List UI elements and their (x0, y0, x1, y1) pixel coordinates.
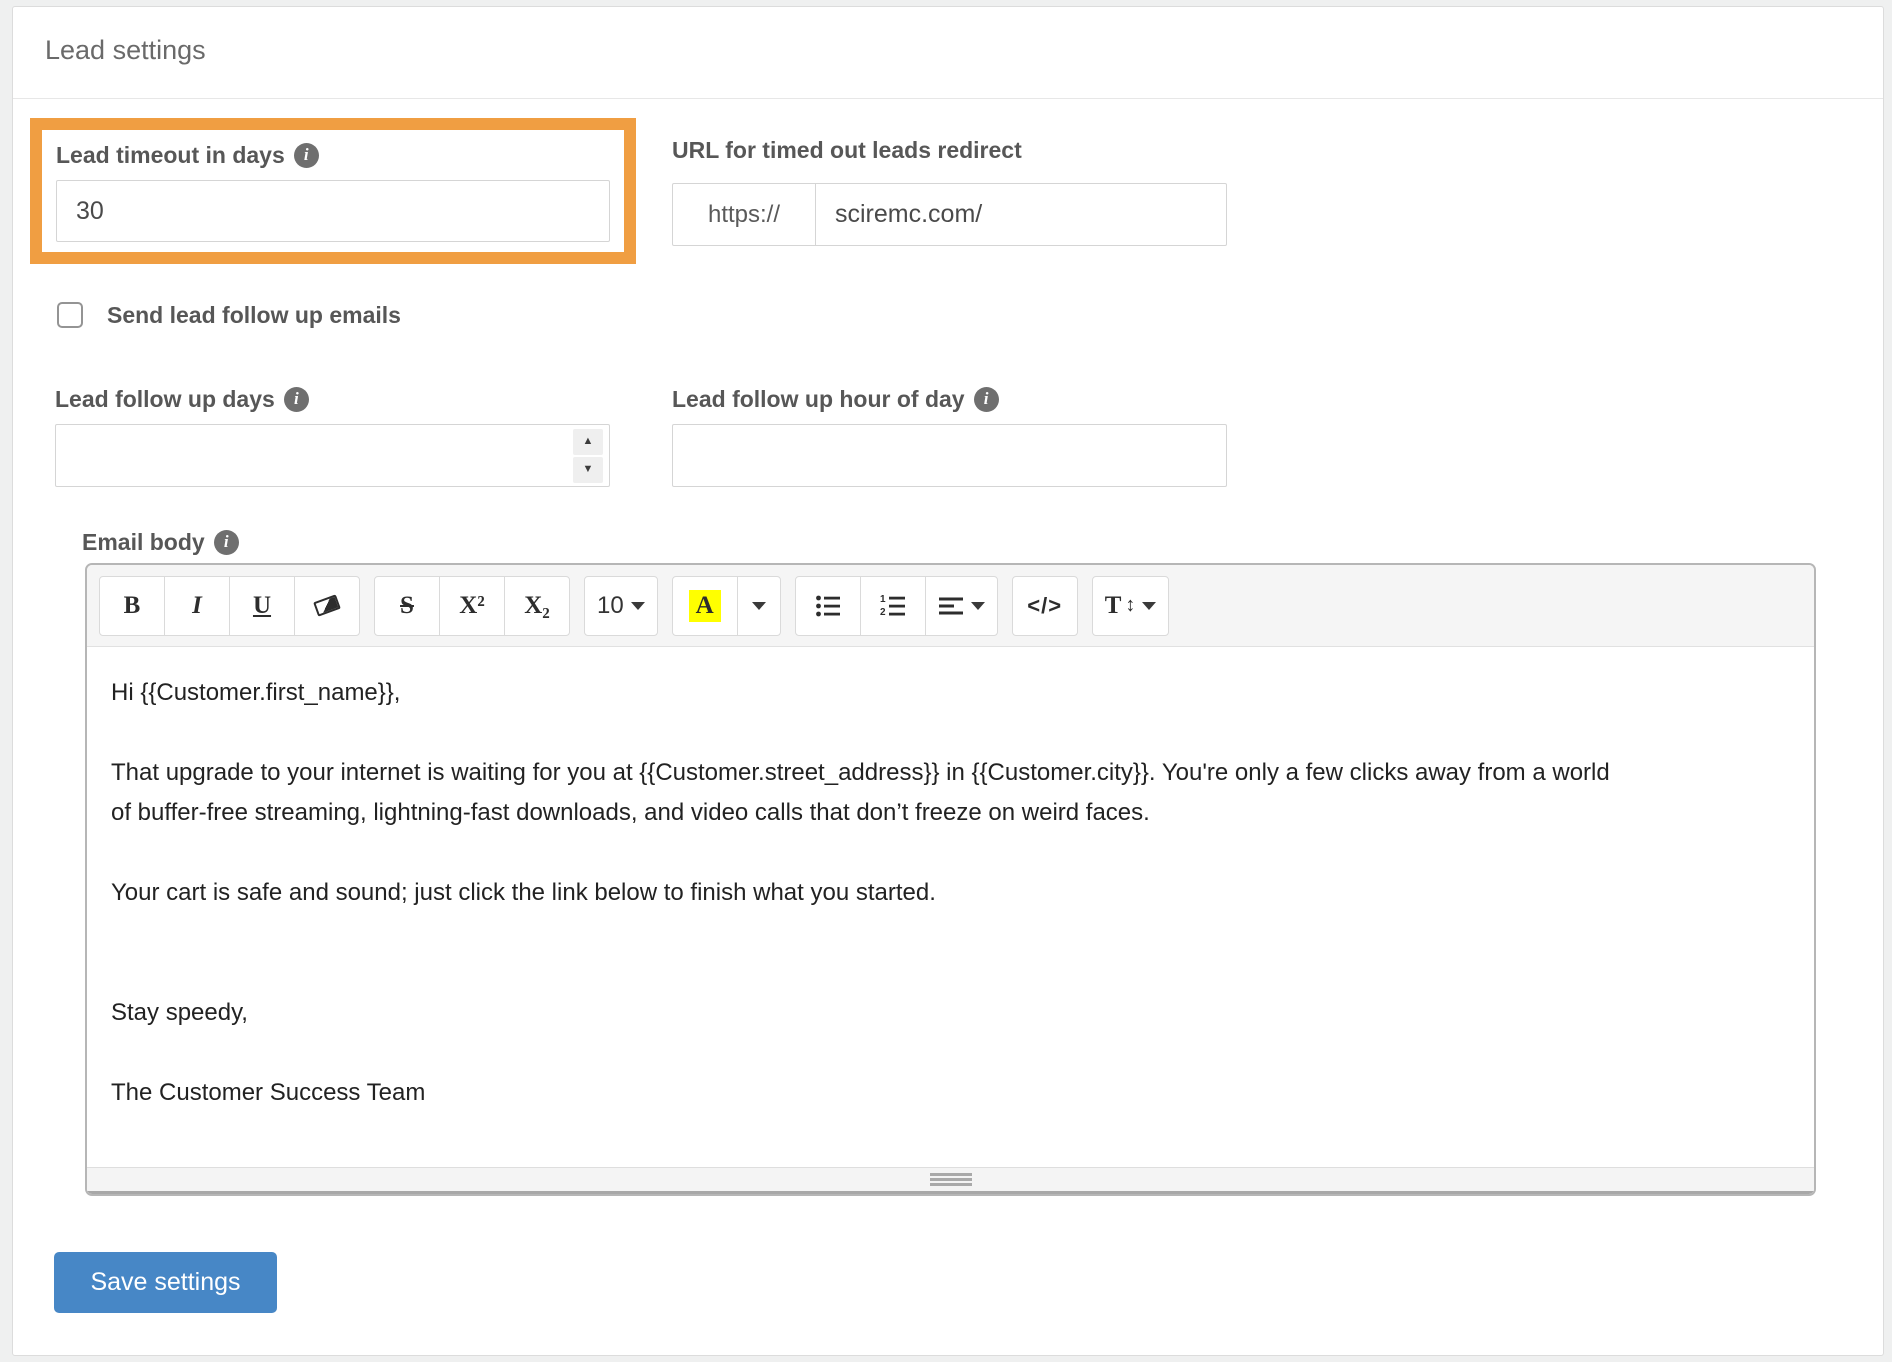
underline-button[interactable]: U (229, 575, 295, 636)
send-follow-up-label[interactable]: Send lead follow up emails (107, 300, 401, 330)
redirect-url-input-group: https:// (672, 183, 1227, 246)
superscript-icon: X² (459, 591, 485, 619)
lead-timeout-label: Lead timeout in days i (56, 140, 610, 170)
info-icon[interactable]: i (283, 386, 309, 412)
redirect-url-input[interactable] (816, 183, 1227, 246)
font-color-dropdown[interactable] (736, 575, 781, 636)
chevron-down-icon (751, 601, 766, 610)
url-protocol-addon: https:// (672, 183, 816, 246)
line-height-dropdown[interactable]: T ↕ (1091, 575, 1170, 636)
chevron-down-icon (1142, 601, 1157, 610)
vertical-arrows-icon: ↕ (1125, 594, 1136, 616)
email-body-editor: B I U S X² X₂ 10 A 1 2 </> T ↕ Hi {{Cust… (85, 563, 1816, 1196)
unordered-list-button[interactable] (794, 575, 861, 636)
bold-button[interactable]: B (99, 575, 165, 636)
lead-settings-card: Lead settings Lead timeout in days i URL… (12, 6, 1884, 1356)
editor-resize-bar[interactable] (87, 1167, 1814, 1194)
redirect-url-field: URL for timed out leads redirect https:/… (672, 135, 1227, 246)
page-title: Lead settings (45, 35, 206, 65)
info-icon[interactable]: i (213, 529, 239, 555)
follow-up-days-input[interactable] (55, 424, 610, 487)
clear-format-button[interactable] (294, 575, 360, 636)
follow-up-days-label: Lead follow up days i (55, 384, 610, 414)
strikethrough-icon: S (400, 591, 414, 619)
resize-grip-icon (929, 1173, 972, 1186)
font-color-button[interactable]: A (671, 575, 738, 636)
lead-timeout-highlight-box: Lead timeout in days i (30, 118, 636, 264)
chevron-down-icon (970, 601, 985, 610)
italic-button[interactable]: I (164, 575, 230, 636)
arrow-down-icon: ▼ (582, 463, 594, 475)
spinner-down-button[interactable]: ▼ (573, 456, 603, 483)
eraser-icon (313, 594, 341, 617)
align-left-icon (938, 597, 963, 614)
ordered-list-icon: 1 2 (880, 594, 905, 618)
svg-text:1: 1 (880, 594, 886, 605)
paragraph-align-dropdown[interactable] (924, 575, 998, 636)
code-group: </> (1011, 575, 1078, 636)
info-icon[interactable]: i (293, 142, 319, 168)
editor-toolbar: B I U S X² X₂ 10 A 1 2 </> T ↕ (87, 565, 1814, 647)
follow-up-days-number-wrap: ▲ ▼ (55, 424, 610, 487)
bold-icon: B (123, 591, 141, 619)
spinner-up-button[interactable]: ▲ (573, 428, 603, 455)
send-follow-up-checkbox[interactable] (57, 302, 83, 328)
info-icon[interactable]: i (973, 386, 999, 412)
lead-timeout-input[interactable] (56, 180, 610, 242)
chevron-down-icon (630, 601, 645, 610)
line-height-icon: T (1104, 591, 1122, 619)
send-follow-up-row: Send lead follow up emails (57, 300, 401, 330)
redirect-url-label: URL for timed out leads redirect (672, 137, 1022, 163)
follow-up-days-field: Lead follow up days i ▲ ▼ (55, 384, 610, 487)
number-spinner: ▲ ▼ (573, 428, 603, 483)
line-height-group: T ↕ (1091, 575, 1170, 636)
font-color-icon: A (688, 589, 721, 622)
subscript-button[interactable]: X₂ (504, 575, 570, 636)
follow-up-hour-label: Lead follow up hour of day i (672, 384, 1227, 414)
ordered-list-button[interactable]: 1 2 (859, 575, 926, 636)
script-group: S X² X₂ (374, 575, 570, 636)
svg-text:2: 2 (880, 607, 886, 618)
code-icon: </> (1027, 592, 1063, 618)
font-size-group: 10 (584, 575, 658, 636)
arrow-up-icon: ▲ (582, 435, 594, 447)
card-header: Lead settings (13, 7, 1883, 99)
superscript-button[interactable]: X² (439, 575, 505, 636)
follow-up-hour-field: Lead follow up hour of day i (672, 384, 1227, 487)
code-view-button[interactable]: </> (1011, 575, 1078, 636)
unordered-list-icon (815, 595, 840, 616)
font-style-group: B I U (99, 575, 360, 636)
follow-up-hour-input[interactable] (672, 424, 1227, 487)
font-size-dropdown[interactable]: 10 (584, 575, 658, 636)
save-settings-button[interactable]: Save settings (54, 1252, 277, 1313)
subscript-icon: X₂ (524, 591, 550, 619)
email-body-content[interactable]: Hi {{Customer.first_name}}, That upgrade… (87, 647, 1814, 1167)
color-group: A (671, 575, 781, 636)
strikethrough-button[interactable]: S (374, 575, 440, 636)
email-body-label: Email body i (82, 527, 239, 557)
paragraph-group: 1 2 (794, 575, 998, 636)
italic-icon: I (192, 591, 202, 619)
underline-icon: U (252, 591, 272, 619)
